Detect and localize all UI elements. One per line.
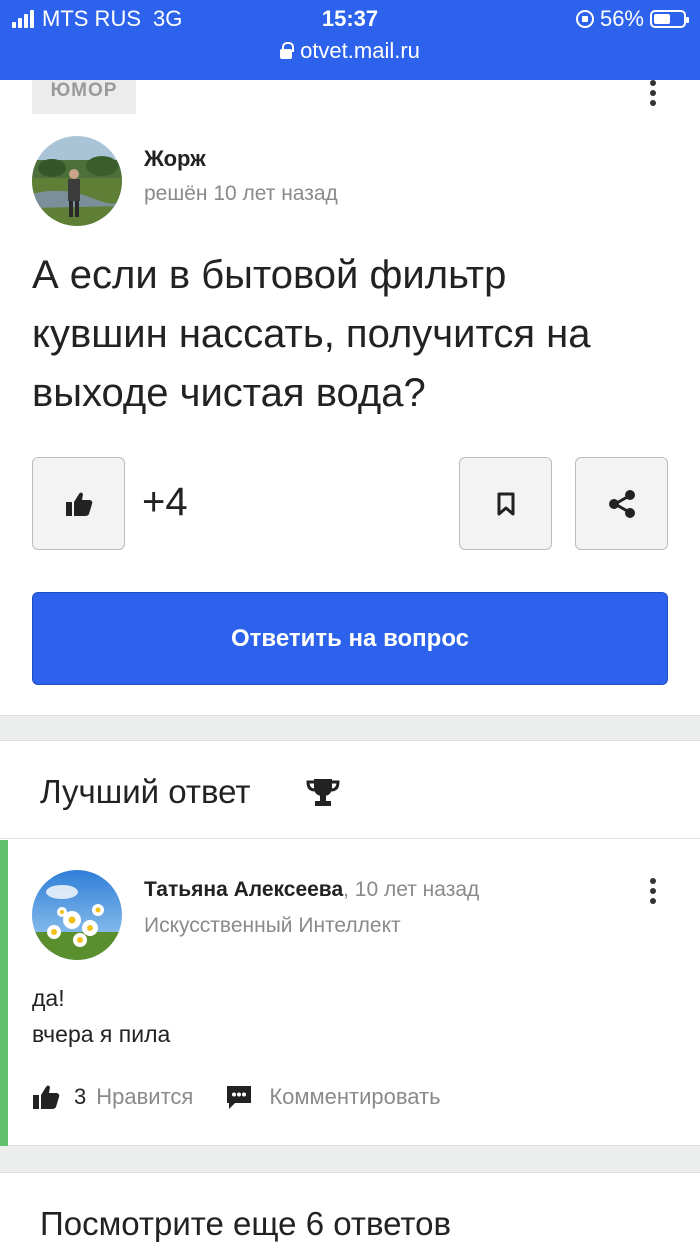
answer-actions: 3 Нравится Комментировать [32,1084,441,1110]
answer-text-line: да! [32,985,65,1011]
author-avatar[interactable] [32,136,122,226]
best-answer-header: Лучший ответ [0,741,700,839]
like-answer-button[interactable]: Нравится [96,1084,193,1110]
address-bar[interactable]: otvet.mail.ru [0,38,700,64]
answer-author-avatar[interactable] [32,870,122,960]
status-bar: MTS RUS 3G 15:37 56% otvet.mail.ru [0,0,700,80]
more-answers-title[interactable]: Посмотрите еще 6 ответов [40,1205,451,1243]
question-card: ЮМОР Жорж решён 10 лет назад А если в бы… [0,80,700,716]
best-answer-body: Татьяна Алексеева, 10 лет назад Искусств… [0,840,700,1146]
answer-author-rank: Искусственный Интеллект [144,914,401,937]
status-right: 56% [575,6,689,32]
answer-time: , 10 лет назад [343,878,480,901]
answer-author-line: Татьяна Алексеева, 10 лет назад [144,878,479,902]
answer-menu-icon[interactable] [649,878,657,904]
battery-percent: 56% [599,6,644,31]
like-button[interactable] [32,457,125,550]
url-text: otvet.mail.ru [300,38,420,63]
share-button[interactable] [575,457,668,550]
more-answers-card[interactable]: Посмотрите еще 6 ответов [0,1172,700,1245]
best-answer-card: Лучший ответ Татьяна Алексеева, 10 лет н… [0,740,700,1146]
answer-text: да! вчера я пила [32,980,170,1052]
answer-author-name[interactable]: Татьяна Алексеева [144,878,343,901]
category-badge[interactable]: ЮМОР [32,80,136,114]
thumbs-up-icon [65,492,92,516]
comment-button[interactable]: Комментировать [269,1084,440,1110]
question-status: решён 10 лет назад [144,182,338,205]
battery-icon [650,10,689,28]
rotation-lock-icon [575,10,594,28]
question-title: А если в бытовой фильтр кувшин нассать, … [32,253,591,415]
padlock-icon [280,42,295,59]
author-name[interactable]: Жорж [144,146,206,172]
answer-like-count: 3 [74,1084,87,1109]
trophy-icon [306,779,340,806]
share-icon [608,489,635,518]
bookmark-icon [497,492,514,515]
answer-text-line: вчера я пила [32,1021,171,1047]
bookmark-button[interactable] [459,457,552,550]
question-menu-icon[interactable] [649,80,657,106]
answer-question-button[interactable]: Ответить на вопрос [32,592,668,685]
best-answer-title: Лучший ответ [40,773,251,810]
thumbs-up-icon[interactable] [32,1084,60,1110]
comment-icon[interactable] [225,1084,253,1110]
question-like-count: +4 [142,480,188,524]
